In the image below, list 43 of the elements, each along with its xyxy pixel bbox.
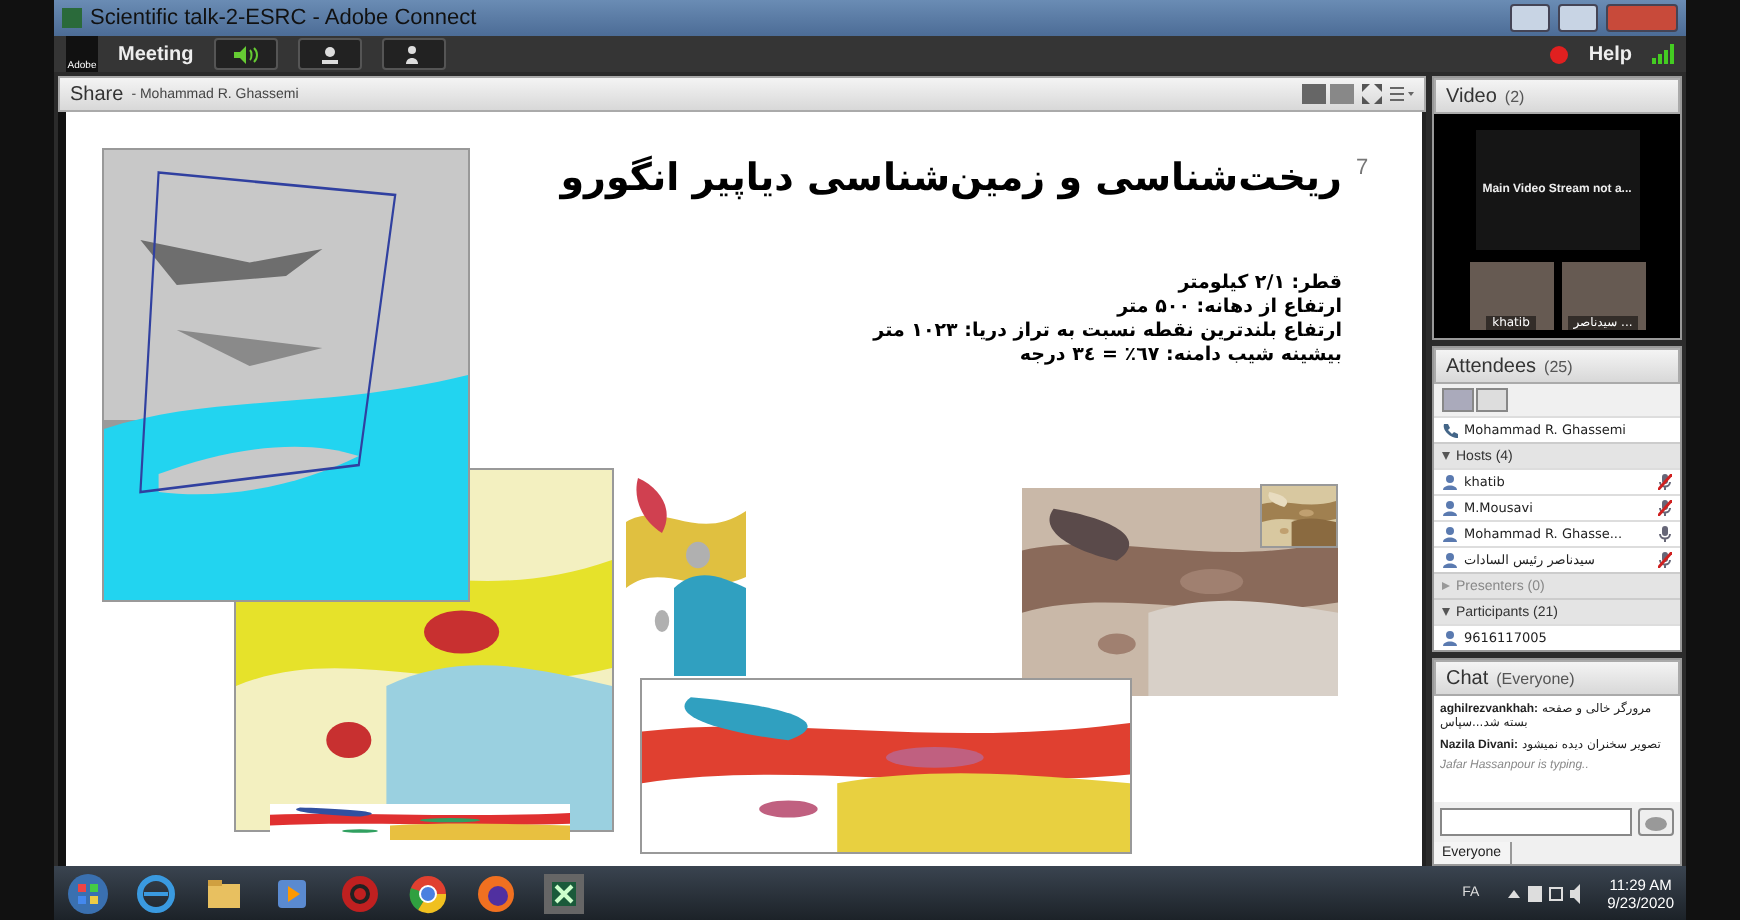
user-icon — [1442, 630, 1458, 646]
slide-text-line: بیشینه شیب دامنه: ٦٧٪ = ٣٤ درجه — [1017, 344, 1342, 366]
webcam-icon — [319, 45, 340, 63]
slide-text-line: ارتفاع بلندترین نقطه نسبت به تراز دریا: ۱۰۲۳ متر — [873, 320, 1342, 342]
slide-number: 7 — [1356, 156, 1369, 180]
slide-text-line: قطر: ۲/۱ کیلومتر — [1175, 272, 1342, 294]
window-title: Scientific talk-2-ESRC - Adobe Connect — [90, 6, 479, 30]
status-button[interactable] — [381, 38, 446, 70]
pod-title: Chat — [1446, 667, 1489, 689]
help-menu[interactable]: Help — [1588, 43, 1632, 65]
start-button[interactable] — [66, 871, 110, 915]
pod-title: Video — [1446, 85, 1497, 107]
speaker-icon — [233, 45, 258, 63]
person-icon — [403, 45, 424, 63]
user-icon — [1442, 500, 1458, 516]
send-button[interactable] — [1638, 808, 1674, 836]
browser-icon[interactable] — [134, 871, 178, 915]
speaker-button[interactable] — [213, 38, 278, 70]
meeting-menu[interactable]: Meeting — [118, 43, 194, 65]
chat-scope: (Everyone) — [1496, 669, 1575, 687]
attendee-count: (25) — [1544, 357, 1573, 375]
speech-bubble-icon — [1644, 816, 1668, 834]
layout-icon[interactable] — [1302, 84, 1354, 104]
pod-title: Attendees — [1446, 355, 1537, 377]
fullscreen-icon[interactable] — [1362, 84, 1382, 104]
pod-menu-icon[interactable] — [1390, 86, 1414, 102]
video-count: (2) — [1504, 87, 1525, 105]
user-icon — [1442, 474, 1458, 490]
signal-icon — [1652, 44, 1674, 64]
webcam-button[interactable] — [297, 38, 362, 70]
user-icon — [1442, 526, 1458, 542]
app-icon — [62, 8, 82, 28]
recording-icon — [1550, 45, 1569, 63]
status-view-button[interactable] — [1476, 388, 1508, 412]
tray-icons[interactable] — [1503, 883, 1584, 903]
minimize-button[interactable] — [1510, 4, 1550, 32]
pod-title: Share — [70, 83, 124, 105]
slide-title: ریخت‌شناسی و زمین‌شناسی دیاپیر انگورو — [560, 156, 1342, 200]
phone-icon — [1442, 422, 1458, 438]
slide-text-line: ارتفاع از دهانه: ۵۰۰ متر — [1114, 296, 1342, 318]
maximize-button[interactable] — [1558, 4, 1598, 32]
user-icon — [1442, 552, 1458, 568]
chat-input[interactable] — [1440, 808, 1632, 836]
